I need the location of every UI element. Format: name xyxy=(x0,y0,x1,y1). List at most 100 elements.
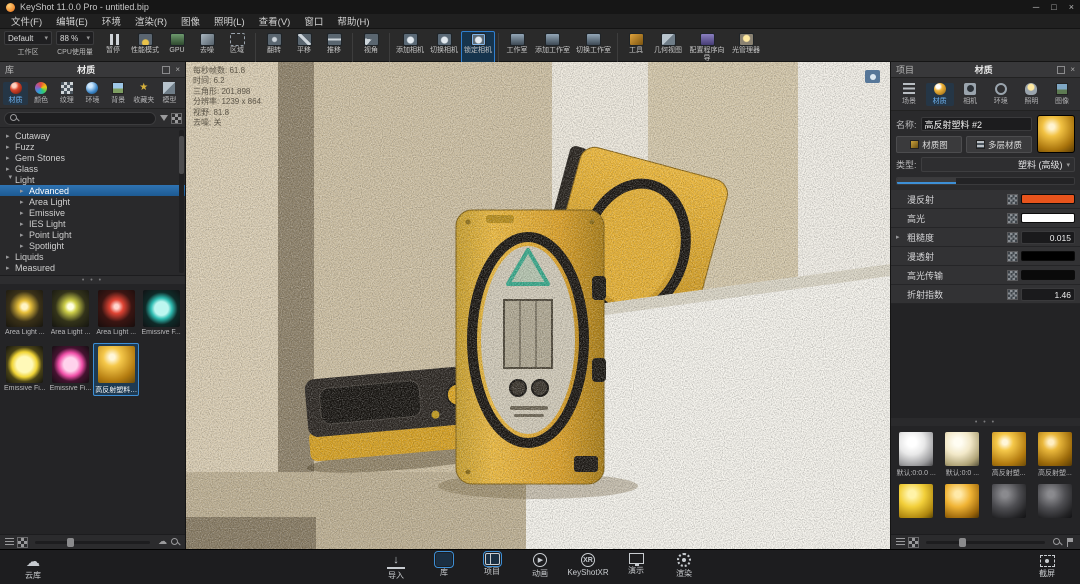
material-thumbnail[interactable]: Emissive F... xyxy=(139,287,183,340)
toolbar-button[interactable]: 区域 xyxy=(222,31,252,64)
menu-item[interactable]: 环境 xyxy=(95,14,128,28)
toolbar-button[interactable]: 推移 xyxy=(319,31,349,64)
cpu-usage-dropdown[interactable]: 88 % ▾ xyxy=(56,31,94,45)
workspace-dropdown[interactable]: Default ▾ xyxy=(4,31,52,45)
list-view-icon[interactable] xyxy=(896,537,905,547)
value-field[interactable]: 1.46 xyxy=(1021,287,1075,301)
material-thumbnail[interactable]: Area Light ... xyxy=(48,287,94,340)
thumbnail-size-slider[interactable] xyxy=(35,537,150,547)
expand-arrow-icon[interactable]: ▸ xyxy=(20,220,29,228)
material-property-row[interactable]: ▸ 高光 xyxy=(891,209,1080,228)
menu-item[interactable]: 图像 xyxy=(174,14,207,28)
material-property-row[interactable]: ▸ 折射指数 1.46 xyxy=(891,285,1080,304)
color-swatch[interactable] xyxy=(1021,213,1075,223)
material-thumbnail[interactable] xyxy=(939,481,985,531)
undock-icon[interactable] xyxy=(162,65,171,74)
toolbar-button[interactable]: 暂停 xyxy=(98,31,128,64)
material-subtab[interactable] xyxy=(956,178,1015,184)
project-tab[interactable]: 材质 xyxy=(925,82,954,106)
project-tab[interactable]: 场景 xyxy=(895,82,923,106)
expand-arrow-icon[interactable]: ▸ xyxy=(6,253,15,261)
texture-map-icon[interactable] xyxy=(1007,231,1018,243)
toolbar-button[interactable]: 性能模式 xyxy=(128,31,162,64)
library-tab[interactable]: 背景 xyxy=(106,81,131,105)
expand-arrow-icon[interactable]: ▸ xyxy=(6,143,15,151)
toolbar-button[interactable]: 工作室 xyxy=(502,31,532,64)
texture-map-icon[interactable] xyxy=(1007,269,1018,281)
screenshot-button[interactable]: 截屏 xyxy=(1024,555,1070,579)
expand-arrow-icon[interactable]: ▸ xyxy=(7,175,15,184)
toolbar-button[interactable]: 配置程序向导 xyxy=(685,31,729,64)
color-swatch[interactable] xyxy=(1021,251,1075,261)
project-tab[interactable]: 照明 xyxy=(1017,82,1045,106)
ribbon-button[interactable]: 库 xyxy=(421,551,467,581)
close-panel-icon[interactable]: × xyxy=(175,65,180,74)
library-tree-item[interactable]: ▸ Glass xyxy=(0,163,185,174)
multi-layer-material-button[interactable]: 多层材质 xyxy=(966,136,1032,153)
toolbar-button[interactable]: 切换工作室 xyxy=(573,31,614,64)
library-tree-item[interactable]: ▸ Light xyxy=(0,174,185,185)
cloud-download-icon[interactable] xyxy=(158,536,167,547)
maximize-button[interactable]: □ xyxy=(1051,2,1056,12)
material-property-row[interactable]: ▸ 高光传输 xyxy=(891,266,1080,285)
close-button[interactable]: × xyxy=(1069,2,1074,12)
material-property-row[interactable]: ▸ 漫反射 xyxy=(891,190,1080,209)
material-thumbnail[interactable]: Emissive Fi... xyxy=(48,343,94,396)
material-property-row[interactable]: ▸ 漫透射 xyxy=(891,247,1080,266)
value-field[interactable]: 0.015 xyxy=(1021,230,1075,244)
expand-arrow-icon[interactable]: ▸ xyxy=(6,132,15,140)
filter-icon[interactable] xyxy=(160,115,168,121)
toolbar-button[interactable]: 光管理器 xyxy=(729,31,763,64)
menu-item[interactable]: 文件(F) xyxy=(4,14,49,28)
texture-map-icon[interactable] xyxy=(1007,193,1018,205)
library-tree-item[interactable]: ▸ Point Light xyxy=(0,229,185,240)
menu-item[interactable]: 编辑(E) xyxy=(49,14,95,28)
search-icon[interactable] xyxy=(171,537,180,547)
library-tree-item[interactable]: ▸ Gem Stones xyxy=(0,152,185,163)
material-thumbnail[interactable] xyxy=(1032,481,1078,531)
menu-item[interactable]: 帮助(H) xyxy=(330,14,376,28)
library-tab[interactable]: 颜色 xyxy=(29,81,54,105)
material-thumbnail[interactable]: Area Light ... xyxy=(2,287,48,340)
texture-map-icon[interactable] xyxy=(1007,288,1018,300)
library-tree-item[interactable]: ▸ Liquids xyxy=(0,251,185,262)
expand-arrow-icon[interactable]: ▸ xyxy=(20,187,29,195)
expand-arrow-icon[interactable]: ▸ xyxy=(6,264,15,272)
library-tab[interactable]: 收藏夹 xyxy=(131,82,156,105)
library-tree-item[interactable]: ▸ Advanced xyxy=(0,185,185,196)
library-tree-item[interactable]: ▸ IES Light xyxy=(0,218,185,229)
expand-arrow-icon[interactable]: ▸ xyxy=(20,242,29,250)
library-tree-item[interactable]: ▸ Cutaway xyxy=(0,130,185,141)
render-scene[interactable] xyxy=(186,62,890,549)
toolbar-button[interactable]: 平移 xyxy=(289,31,319,64)
toolbar-button[interactable]: 添加相机 xyxy=(393,31,427,64)
camera-locked-badge[interactable] xyxy=(865,70,880,83)
material-graph-button[interactable]: 材质图 xyxy=(896,136,962,153)
material-thumbnail[interactable] xyxy=(986,481,1032,531)
toolbar-button[interactable]: 切换相机 xyxy=(427,31,461,64)
expand-arrow-icon[interactable]: ▸ xyxy=(20,231,29,239)
ribbon-button[interactable]: 渲染 xyxy=(661,553,707,581)
toolbar-button[interactable]: 几何视图 xyxy=(651,31,685,64)
minimize-button[interactable]: ─ xyxy=(1033,2,1039,12)
toolbar-button[interactable]: 视角 xyxy=(356,31,386,64)
ribbon-button[interactable]: 演示 xyxy=(613,553,659,581)
material-subtab[interactable] xyxy=(897,178,956,184)
project-tab[interactable]: 图像 xyxy=(1048,82,1076,106)
expand-arrow-icon[interactable]: ▸ xyxy=(6,154,15,162)
close-panel-icon[interactable]: × xyxy=(1070,65,1075,74)
thumbnail-size-slider[interactable] xyxy=(926,537,1045,547)
grid-view-icon[interactable] xyxy=(17,536,28,548)
search-input[interactable] xyxy=(22,113,150,123)
material-type-dropdown[interactable]: 塑料 (高级) ▾ xyxy=(920,157,1075,172)
toolbar-button[interactable]: GPU xyxy=(162,31,192,64)
texture-map-icon[interactable] xyxy=(1007,250,1018,262)
material-thumbnail[interactable]: 默认:0:0.0 ... xyxy=(893,429,939,479)
toolbar-button[interactable]: 添加工作室 xyxy=(532,31,573,64)
undock-icon[interactable] xyxy=(1057,65,1066,74)
cloud-library-button[interactable]: 云库 xyxy=(10,553,56,581)
realtime-viewport[interactable]: 每秒帧数: 61.8 时间: 6.2 三角形: 201,898 分辨率: 1239 x… xyxy=(186,62,890,549)
ribbon-button[interactable]: KeyShotXR xyxy=(565,553,611,581)
material-name-input[interactable] xyxy=(920,117,1032,131)
search-box[interactable] xyxy=(4,111,156,125)
